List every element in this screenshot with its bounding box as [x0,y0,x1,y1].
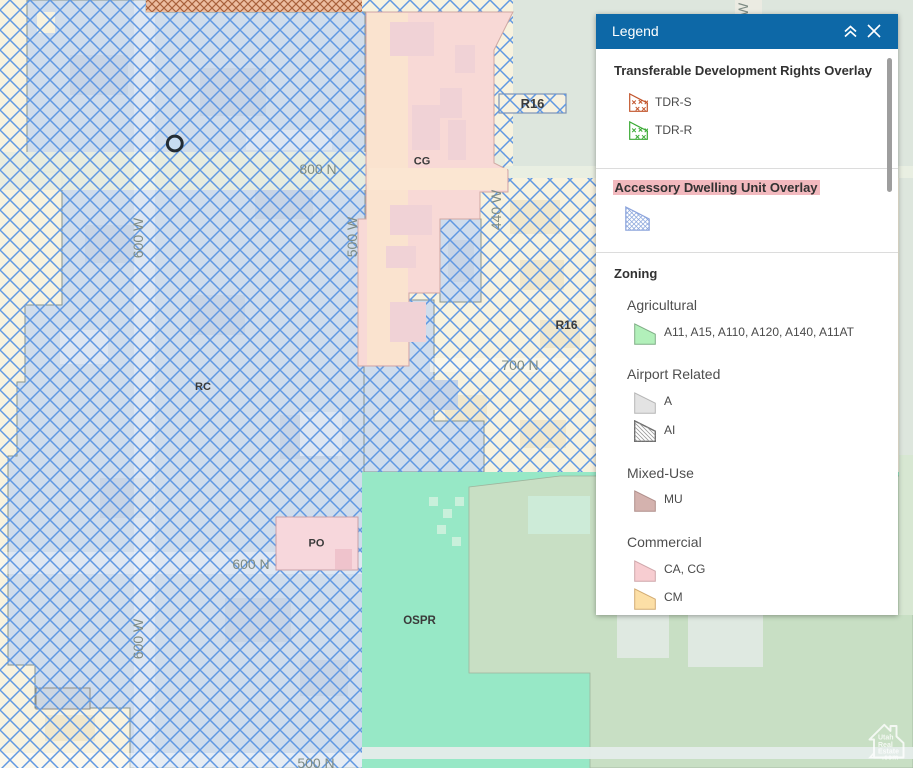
svg-text:500 N: 500 N [297,755,334,768]
svg-text:RC: RC [195,381,211,393]
svg-text:700 N: 700 N [501,357,538,373]
svg-text:OSPR: OSPR [403,615,436,627]
svg-text:800 N: 800 N [299,161,336,177]
svg-text:600 W: 600 W [130,618,146,659]
svg-text:PO: PO [309,538,325,550]
svg-text:.com: .com [882,755,898,762]
svg-text:CG: CG [414,156,431,168]
svg-text:Utah: Utah [878,735,894,742]
svg-text:600 W: 600 W [130,217,146,258]
svg-text:R16: R16 [555,318,577,332]
svg-text:440 W: 440 W [488,189,504,230]
svg-text:600 N: 600 N [232,556,269,572]
svg-text:500 W: 500 W [344,216,360,257]
svg-text:R16: R16 [521,96,545,111]
